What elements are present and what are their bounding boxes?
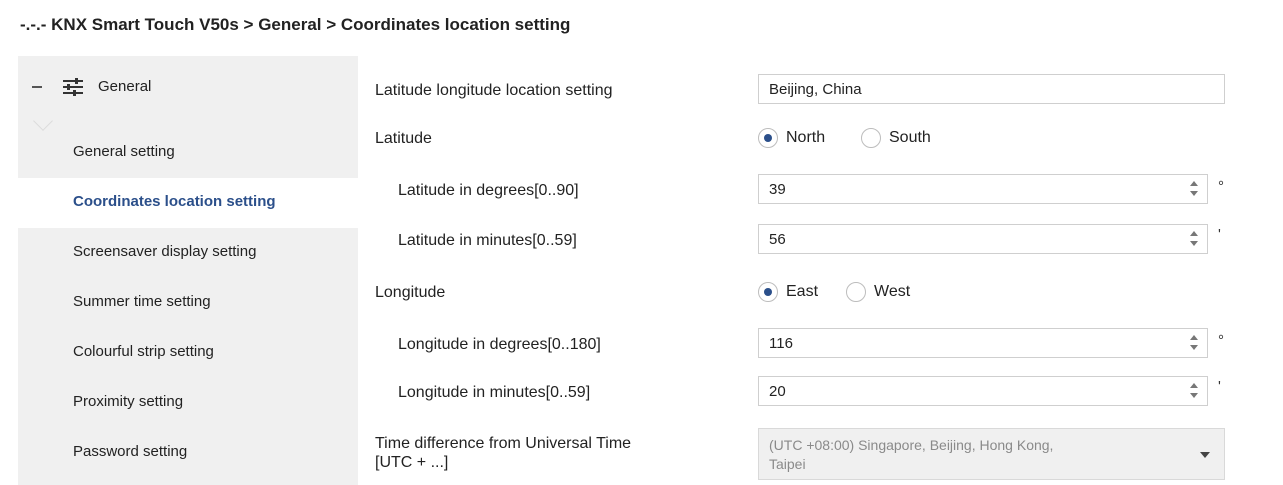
- degree-unit: °: [1218, 178, 1224, 195]
- sidebar-item-summer-time-setting[interactable]: Summer time setting: [18, 278, 358, 328]
- sidebar-group-label: General: [98, 78, 152, 95]
- sidebar-item-coordinates-location-setting[interactable]: Coordinates location setting: [18, 178, 358, 228]
- sidebar-item-colourful-strip-setting[interactable]: Colourful strip setting: [18, 328, 358, 378]
- time-diff-select[interactable]: (UTC +08:00) Singapore, Beijing, Hong Ko…: [758, 428, 1225, 480]
- sidebar-item-label: Proximity setting: [73, 393, 184, 410]
- location-label: Latitude longitude location setting: [375, 82, 613, 99]
- time-diff-label-line1: Time difference from Universal Time: [375, 435, 632, 452]
- lon-minutes-label: Longitude in minutes[0..59]: [398, 384, 591, 401]
- sidebar-group-general[interactable]: General: [18, 56, 358, 120]
- radio-label: West: [874, 283, 911, 300]
- lat-minutes-label: Latitude in minutes[0..59]: [398, 232, 577, 249]
- sidebar-item-proximity-setting[interactable]: Proximity setting: [18, 378, 358, 428]
- lon-degrees-label: Longitude in degrees[0..180]: [398, 336, 601, 353]
- minute-unit: ': [1218, 226, 1221, 243]
- lon-minutes-spinbox[interactable]: 20: [758, 376, 1208, 406]
- radio-label: North: [786, 129, 826, 146]
- sidebar-item-screensaver-display-setting[interactable]: Screensaver display setting: [18, 228, 358, 278]
- settings-panel: Latitude longitude location setting Beij…: [358, 56, 1283, 485]
- sidebar-item-label: Colourful strip setting: [73, 343, 214, 360]
- radio-circle[interactable]: [758, 128, 778, 148]
- location-input[interactable]: Beijing, China: [758, 74, 1225, 104]
- tune-icon: [63, 78, 83, 96]
- sidebar-item-label: Coordinates location setting: [73, 193, 276, 210]
- radio-circle[interactable]: [758, 282, 778, 302]
- spin-arrows-icon[interactable]: [1189, 381, 1199, 403]
- radio-circle[interactable]: [846, 282, 866, 302]
- time-diff-label-line2: [UTC + ...]: [375, 454, 449, 471]
- sidebar-item-password-setting[interactable]: Password setting: [18, 428, 358, 478]
- sidebar-item-label: Password setting: [73, 443, 188, 460]
- latitude-label: Latitude: [375, 130, 432, 147]
- degree-unit: °: [1218, 332, 1224, 349]
- select-value[interactable]: (UTC +08:00) Singapore, Beijing, Hong Ko…: [769, 436, 1169, 474]
- radio-label: East: [786, 283, 819, 300]
- sidebar-item-general-setting[interactable]: General setting: [18, 128, 358, 178]
- spin-arrows-icon[interactable]: [1189, 333, 1199, 355]
- time-diff-label: Time difference from Universal Time [UTC…: [375, 434, 631, 472]
- lon-degrees-spinbox[interactable]: 116: [758, 328, 1208, 358]
- spinbox-value[interactable]: 39: [769, 181, 786, 198]
- select-value-line1: (UTC +08:00) Singapore, Beijing, Hong Ko…: [769, 437, 1054, 453]
- collapse-icon[interactable]: [32, 86, 42, 88]
- radio-circle[interactable]: [861, 128, 881, 148]
- longitude-label: Longitude: [375, 284, 446, 301]
- minute-unit: ': [1218, 378, 1221, 395]
- spin-arrows-icon[interactable]: [1189, 229, 1199, 251]
- title-bar: -.-.- KNX Smart Touch V50s > General > C…: [0, 0, 1283, 50]
- sidebar-item-label: Screensaver display setting: [73, 243, 257, 260]
- sidebar-item-label: Summer time setting: [73, 293, 211, 310]
- sidebar-nav: General setting Coordinates location set…: [18, 128, 358, 478]
- select-value-line2: Taipei: [769, 456, 806, 472]
- lat-minutes-spinbox[interactable]: 56: [758, 224, 1208, 254]
- sidebar: General General setting Coordinates loca…: [18, 56, 358, 485]
- sidebar-item-label: General setting: [73, 143, 175, 160]
- lat-degrees-spinbox[interactable]: 39: [758, 174, 1208, 204]
- radio-label: South: [889, 129, 931, 146]
- spin-arrows-icon[interactable]: [1189, 179, 1199, 201]
- spinbox-value[interactable]: 116: [769, 335, 793, 352]
- spinbox-value[interactable]: 56: [769, 231, 786, 248]
- spinbox-value[interactable]: 20: [769, 383, 786, 400]
- lat-degrees-label: Latitude in degrees[0..90]: [398, 182, 579, 199]
- chevron-down-icon[interactable]: [1200, 452, 1210, 458]
- breadcrumb-title: -.-.- KNX Smart Touch V50s > General > C…: [20, 15, 571, 34]
